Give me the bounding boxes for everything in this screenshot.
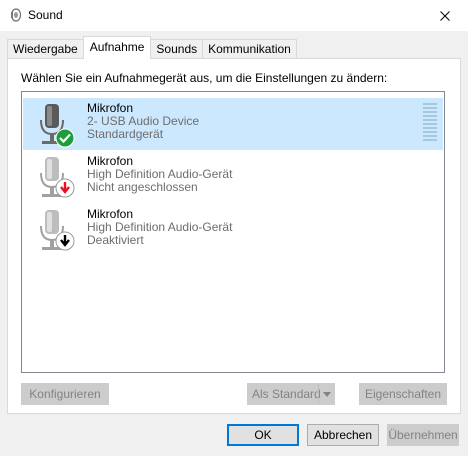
set-default-split-button[interactable]: Als Standard	[247, 383, 335, 405]
set-default-label: Als Standard	[252, 387, 321, 401]
device-status: Nicht angeschlossen	[87, 180, 198, 194]
close-icon	[440, 10, 450, 21]
properties-button[interactable]: Eigenschaften	[359, 383, 447, 405]
tab-kommunikation[interactable]: Kommunikation	[202, 39, 297, 59]
chevron-down-icon	[322, 391, 331, 397]
device-item-usb-mic[interactable]: Mikrofon 2- USB Audio Device Standardger…	[23, 98, 443, 150]
input-level-meter	[423, 103, 437, 145]
green-check-icon	[55, 128, 75, 148]
tab-sounds[interactable]: Sounds	[150, 39, 204, 59]
close-button[interactable]	[422, 0, 468, 31]
sound-dialog: Sound Wiedergabe Aufnahme Sounds Kommuni…	[0, 0, 468, 456]
device-item-hd-mic-disabled[interactable]: Mikrofon High Definition Audio-Gerät Dea…	[23, 204, 443, 256]
device-text: Mikrofon 2- USB Audio Device Standardger…	[87, 102, 199, 141]
instruction-text: Wählen Sie ein Aufnahmegerät aus, um die…	[21, 71, 388, 85]
device-status: Standardgerät	[87, 127, 164, 141]
title-bar: Sound	[0, 0, 468, 31]
tab-strip: Wiedergabe Aufnahme Sounds Kommunikation	[7, 36, 297, 59]
black-down-arrow-icon	[55, 231, 75, 251]
configure-button[interactable]: Konfigurieren	[21, 383, 109, 405]
tab-wiedergabe[interactable]: Wiedergabe	[7, 39, 84, 59]
tab-aufnahme[interactable]: Aufnahme	[82, 36, 152, 59]
cancel-button[interactable]: Abbrechen	[307, 424, 379, 446]
tab-panel: Wählen Sie ein Aufnahmegerät aus, um die…	[7, 58, 461, 414]
set-default-dropdown[interactable]	[318, 384, 334, 404]
red-down-arrow-icon	[55, 178, 75, 198]
device-list[interactable]: Mikrofon 2- USB Audio Device Standardger…	[21, 91, 445, 373]
ok-button[interactable]: OK	[227, 424, 299, 446]
window-title: Sound	[28, 8, 63, 22]
speaker-icon	[10, 8, 22, 22]
device-status: Deaktiviert	[87, 233, 144, 247]
device-text: Mikrofon High Definition Audio-Gerät Dea…	[87, 208, 232, 247]
apply-button[interactable]: Übernehmen	[387, 424, 459, 446]
device-text: Mikrofon High Definition Audio-Gerät Nic…	[87, 155, 232, 194]
device-item-hd-mic-unplugged[interactable]: Mikrofon High Definition Audio-Gerät Nic…	[23, 151, 443, 203]
